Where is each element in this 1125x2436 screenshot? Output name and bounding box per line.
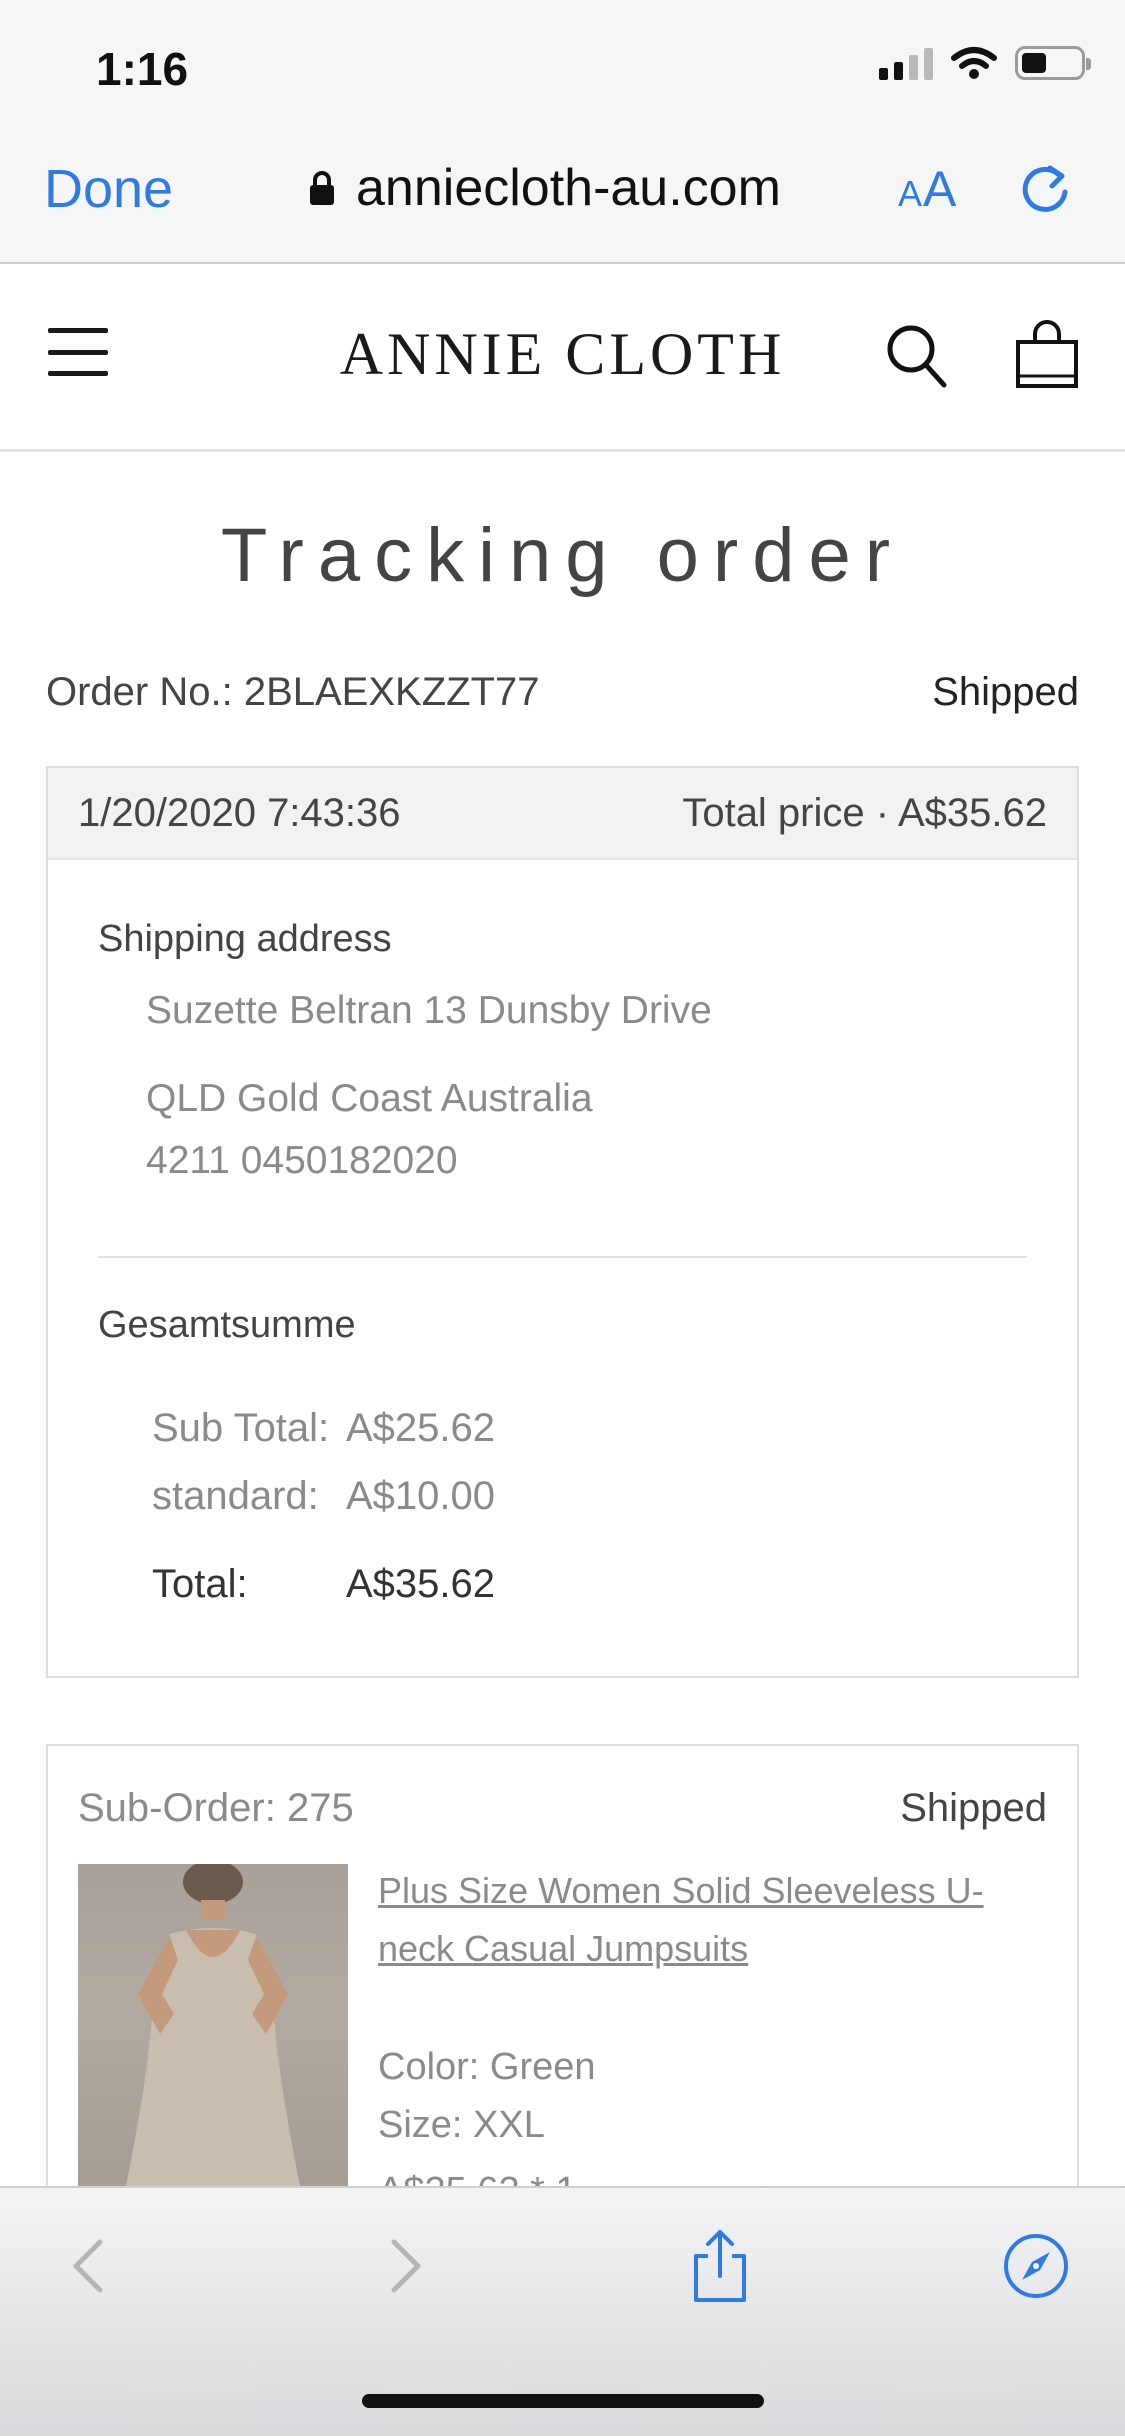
status-time: 1:16 <box>96 43 189 95</box>
sub-order-id: Sub-Order: 275 <box>78 1786 354 1830</box>
order-card-header: 1/20/2020 7:43:36 Total price · A$35.62 <box>48 768 1077 860</box>
brand-logo[interactable]: ANNIE CLOTH <box>0 320 1125 389</box>
shopping-bag-icon[interactable] <box>1014 318 1080 390</box>
page-title: Tracking order <box>220 513 905 598</box>
order-number-row: Order No.: 2BLAEXKZZT77 Shipped <box>46 670 1079 715</box>
compass-icon[interactable] <box>1002 2232 1070 2300</box>
address-line-2: QLD Gold Coast Australia <box>146 1077 593 1120</box>
shipping-value: A$10.00 <box>346 1474 496 1518</box>
battery-icon <box>1015 46 1091 80</box>
wifi-icon <box>951 47 997 79</box>
subtotal-row: Sub Total: A$25.62 <box>152 1406 495 1451</box>
address-bar[interactable]: anniecloth-au.com <box>308 158 781 218</box>
product-size: Size: XXL <box>378 2104 545 2146</box>
done-button[interactable]: Done <box>44 158 173 220</box>
text-size-small-a: A <box>898 173 924 214</box>
subtotal-value: A$25.62 <box>346 1406 496 1450</box>
total-key: Total: <box>152 1562 248 1606</box>
order-status: Shipped <box>932 670 1079 714</box>
summary-label: Gesamtsumme <box>98 1304 356 1346</box>
order-datetime: 1/20/2020 7:43:36 <box>78 790 401 835</box>
site-header: ANNIE CLOTH <box>0 266 1125 452</box>
sub-order-status: Shipped <box>900 1786 1047 1830</box>
search-icon[interactable] <box>884 322 948 390</box>
address-line-1: Suzette Beltran 13 Dunsby Drive <box>146 989 712 1032</box>
reload-icon[interactable] <box>1016 160 1074 218</box>
shipping-row: standard: A$10.00 <box>152 1474 495 1519</box>
cellular-signal-icon <box>879 46 933 80</box>
total-value: A$35.62 <box>346 1562 496 1606</box>
total-row: Total: A$35.62 <box>152 1562 495 1607</box>
subtotal-key: Sub Total: <box>152 1406 330 1450</box>
order-number: Order No.: 2BLAEXKZZT77 <box>46 670 540 714</box>
back-icon[interactable] <box>60 2234 124 2298</box>
order-card: 1/20/2020 7:43:36 Total price · A$35.62 … <box>46 766 1079 1678</box>
product-color: Color: Green <box>378 2046 596 2088</box>
text-size-large-a: A <box>923 161 958 217</box>
card-divider <box>98 1256 1027 1258</box>
order-total-price: Total price · A$35.62 <box>682 790 1047 835</box>
shipping-address-label: Shipping address <box>98 918 392 960</box>
status-icons <box>879 46 1091 80</box>
lock-icon <box>310 171 334 205</box>
url-text: anniecloth-au.com <box>356 159 781 217</box>
product-title-link[interactable]: Plus Size Women Solid Sleeveless U-neck … <box>378 1862 1047 1978</box>
shipping-key: standard: <box>152 1474 319 1518</box>
text-size-button[interactable]: AA <box>898 160 957 218</box>
product-image[interactable] <box>78 1864 348 2224</box>
share-icon[interactable] <box>688 2228 752 2304</box>
forward-icon[interactable] <box>370 2234 434 2298</box>
jumpsuit-figure-icon <box>118 1864 308 2224</box>
sub-order-header: Sub-Order: 275 Shipped <box>78 1786 1047 1831</box>
address-line-3: 4211 0450182020 <box>146 1139 458 1182</box>
home-indicator <box>362 2394 764 2408</box>
safari-top-bar: 1:16 Done anniecloth-au.com AA <box>0 0 1125 264</box>
